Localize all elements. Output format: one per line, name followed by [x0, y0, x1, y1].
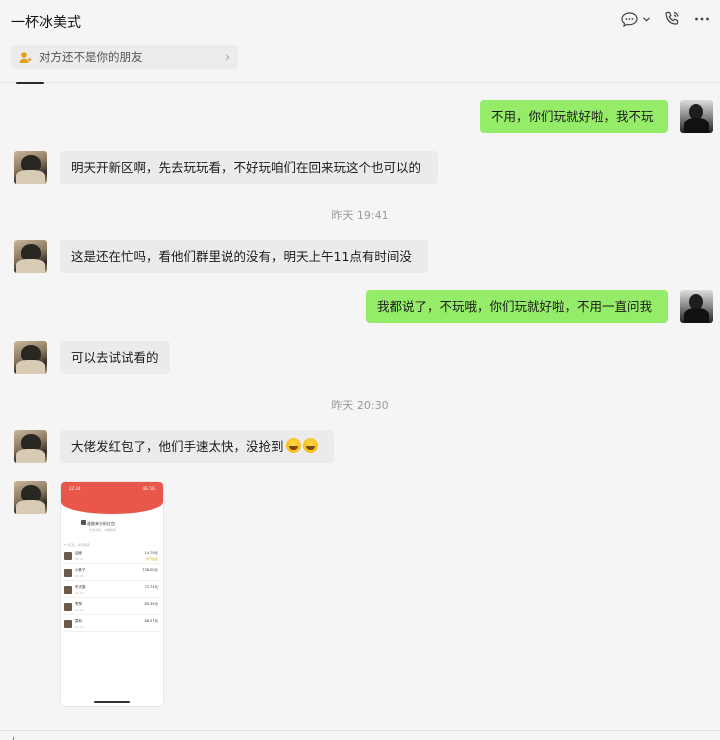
grin-sweat-emoji-icon [285, 438, 301, 453]
chat-info-button[interactable] [621, 11, 650, 27]
row-name: 小胖子 [75, 568, 86, 572]
avatar-peer[interactable] [14, 481, 47, 514]
phone-call-icon [664, 11, 680, 27]
list-item: 迎面 21:21 14.75元 手气最佳 [64, 549, 160, 564]
list-item: 霖利 21:21 86.37元 [64, 617, 160, 632]
message-bubble-peer[interactable]: 可以去试试看的 [60, 341, 170, 374]
avatar-peer[interactable] [14, 430, 47, 463]
red-packet-sender: 谁能来分析红包 [87, 521, 115, 526]
red-packet-greeting: 大吉大利，今晚吃鸡 [89, 528, 117, 532]
row-amount: 89.35元 [144, 602, 158, 606]
avatar [64, 586, 72, 594]
message-bubble-self[interactable]: 我都说了，不玩哦，你们玩就好啦，不用一直问我 [366, 290, 668, 323]
row-name: 迎面 [75, 551, 82, 555]
message-bubble-self[interactable]: 不用，你们玩就好啦，我不玩 [480, 100, 668, 133]
row-time: 21:21 [75, 591, 84, 595]
grin-sweat-emoji-icon [302, 438, 318, 453]
status-signal: 4G 5G [142, 486, 155, 491]
chevron-right-icon: › [225, 50, 230, 64]
row-name: 思琴 [75, 602, 82, 606]
avatar-peer[interactable] [14, 341, 47, 374]
message-bubble-peer[interactable]: 大佬发红包了，他们手速太快，没抢到 [60, 430, 334, 463]
more-icon [694, 11, 710, 27]
status-time: 22:24 [69, 486, 81, 491]
row-amount: 86.37元 [144, 619, 158, 623]
red-packet-header: 22:24 4G 5G [61, 482, 163, 514]
more-button[interactable] [694, 11, 710, 27]
row-amount: 738.00元 [142, 568, 158, 572]
message-bubble-peer[interactable]: 这是还在忙吗，看他们群里说的没有，明天上午11点有时间没 [60, 240, 428, 273]
row-name: 冬天猫 [75, 585, 86, 589]
notice-text: 对方还不是你的朋友 [39, 50, 143, 64]
avatar-self[interactable] [680, 290, 713, 323]
chat-title: 一杯冰美式 [11, 15, 81, 31]
cut-off-avatar [16, 82, 44, 84]
avatar [64, 552, 72, 560]
row-amount: 14.75元 [144, 551, 158, 555]
sender-avatar [81, 520, 86, 525]
voice-call-button[interactable] [664, 11, 680, 27]
list-item: 小胖子 21:21 738.00元 [64, 566, 160, 581]
row-time: 21:21 [75, 625, 84, 629]
message-list[interactable]: 不用，你们玩就好啦，我不玩 明天开新区啊，先去玩玩看，不好玩咱们在回来玩这个也可… [0, 82, 720, 730]
chat-bubble-icon [621, 11, 638, 27]
header-toolbar [621, 11, 710, 27]
timestamp: 昨天 19:41 [331, 209, 389, 222]
row-time: 21:21 [75, 557, 84, 561]
avatar-peer[interactable] [14, 240, 47, 273]
row-amount: 72.74元 [144, 585, 158, 589]
chat-window: 一杯冰美式 对方还不是你的朋友 › 不用，你们玩就好啦，我不玩 明天开新区啊，先… [0, 0, 720, 740]
avatar-self[interactable] [680, 100, 713, 133]
list-item: 思琴 21:21 89.35元 [64, 600, 160, 615]
avatar [64, 603, 72, 611]
timestamp: 昨天 20:30 [331, 399, 389, 412]
add-friend-icon [19, 50, 33, 64]
best-luck-badge: 手气最佳 [145, 557, 158, 561]
avatar-peer[interactable] [14, 151, 47, 184]
chevron-down-icon [643, 16, 650, 22]
avatar [64, 620, 72, 628]
input-area[interactable] [0, 730, 720, 740]
not-friend-notice[interactable]: 对方还不是你的朋友 › [11, 45, 238, 69]
message-text: 大佬发红包了，他们手速太快，没抢到 [71, 439, 284, 454]
image-message[interactable]: 22:24 4G 5G 谁能来分析红包 大吉大利，今晚吃鸡 5个红包，共领取完 … [60, 481, 164, 707]
list-item: 冬天猫 21:21 72.74元 [64, 583, 160, 598]
message-bubble-peer[interactable]: 明天开新区啊，先去玩玩看，不好玩咱们在回来玩这个也可以的 [60, 151, 438, 184]
row-name: 霖利 [75, 619, 82, 623]
row-time: 21:21 [75, 608, 84, 612]
chat-header: 一杯冰美式 对方还不是你的朋友 › [0, 0, 720, 83]
home-indicator [94, 701, 130, 703]
avatar [64, 569, 72, 577]
red-packet-summary: 5个红包，共领取完 [64, 543, 90, 547]
row-time: 21:21 [75, 574, 84, 578]
